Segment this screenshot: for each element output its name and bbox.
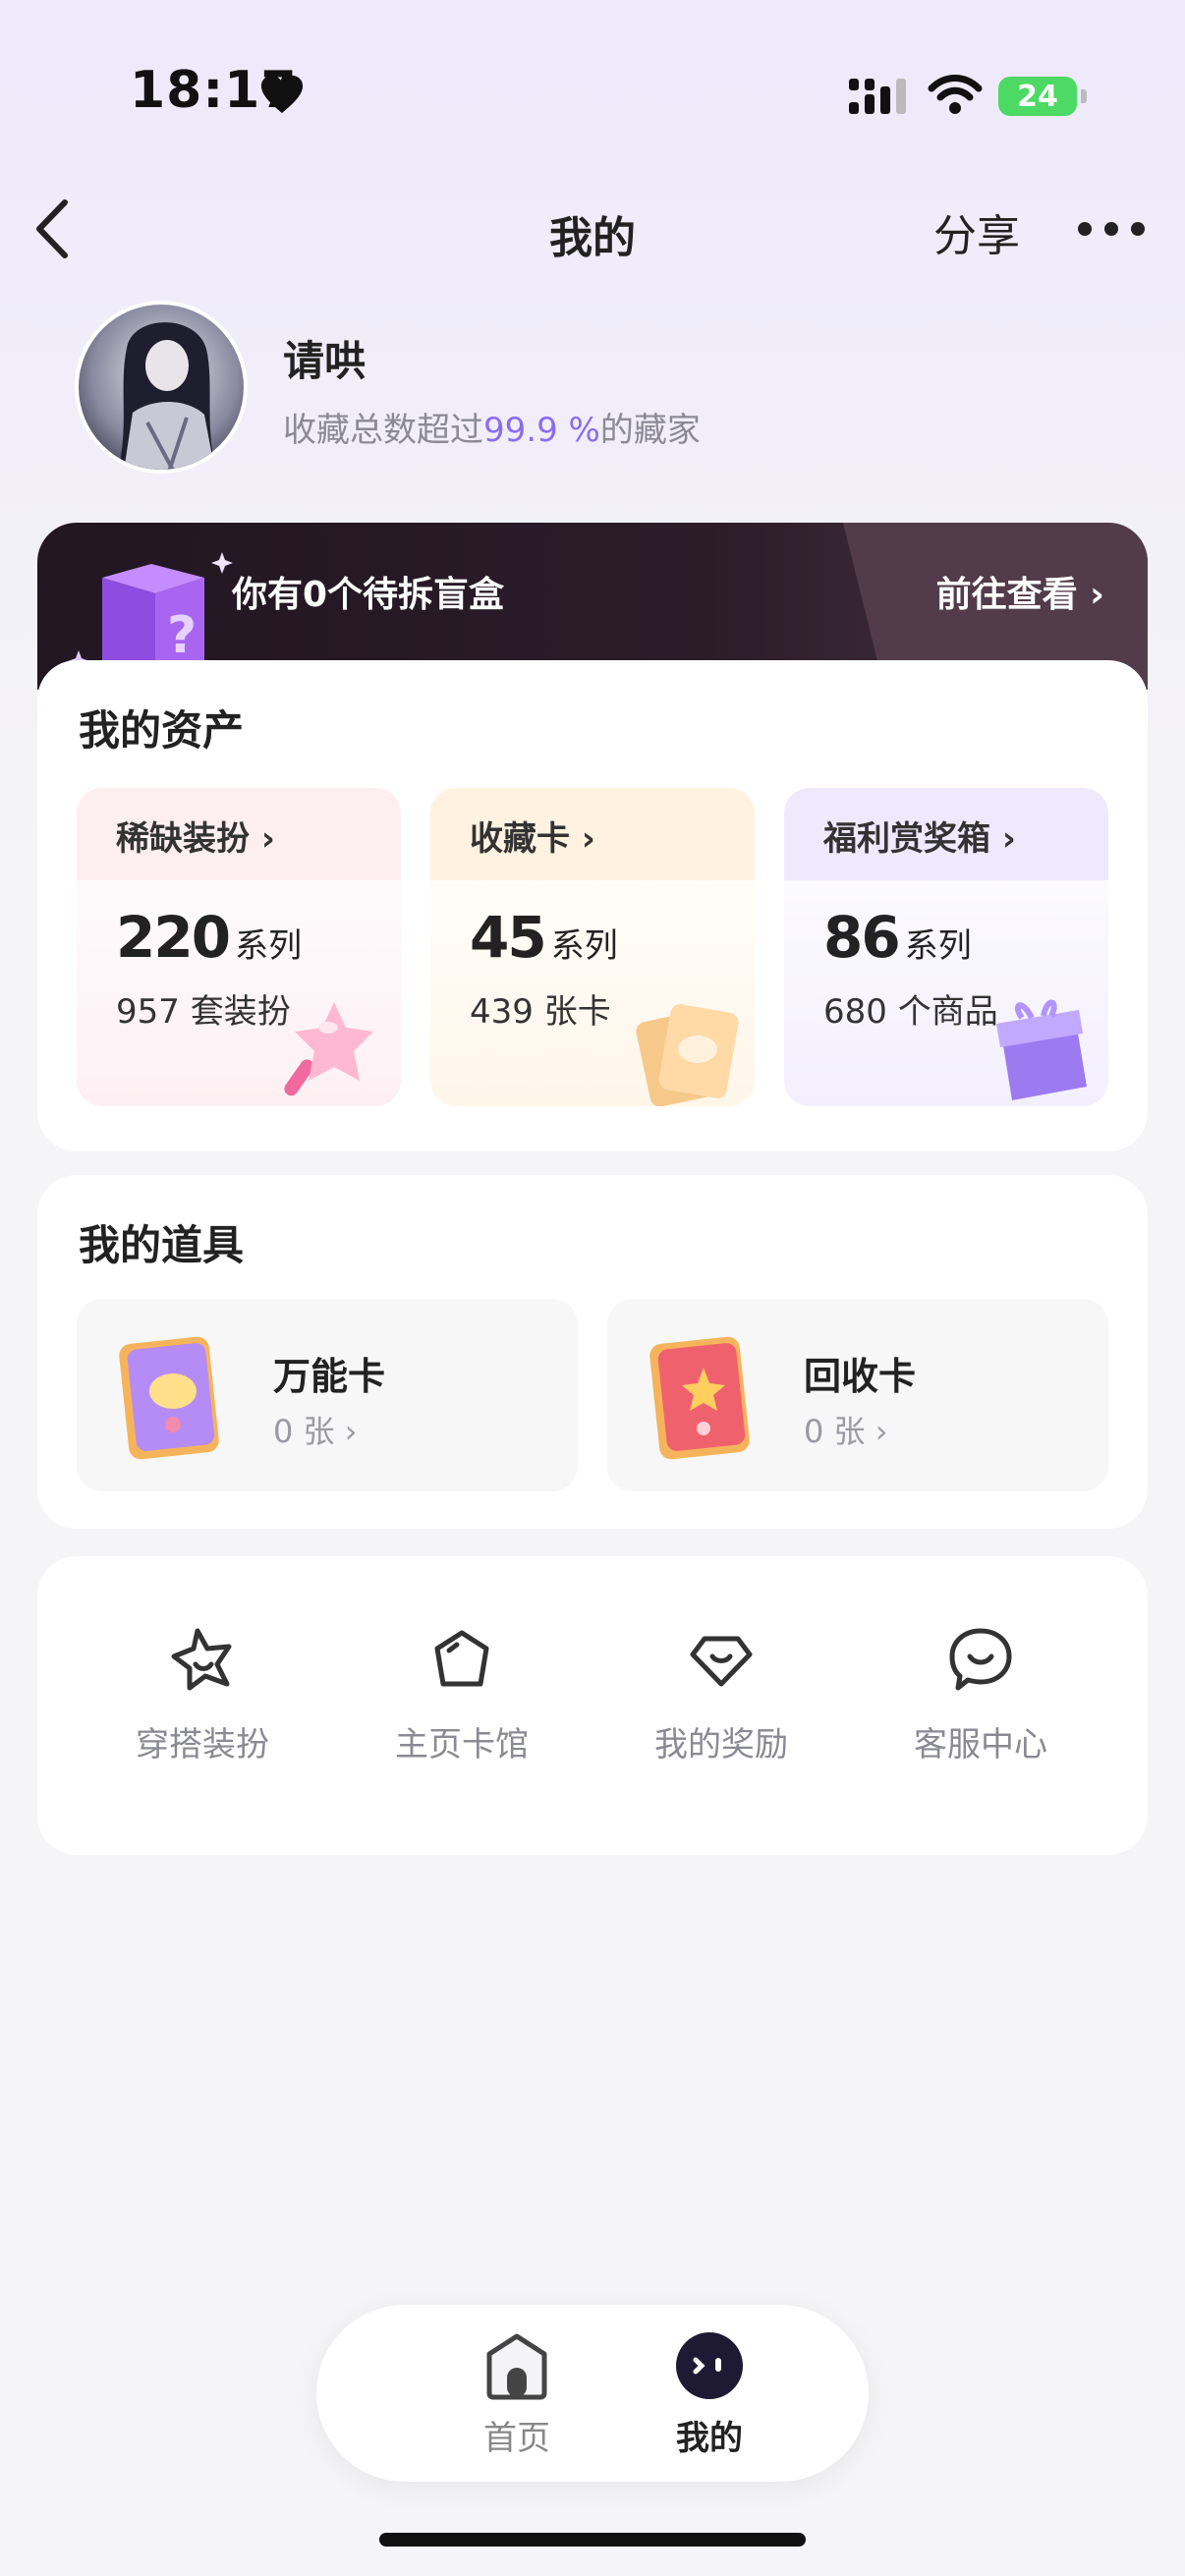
tile-series-count: 45 系列 [470, 904, 618, 971]
assets-title: 我的资产 [79, 706, 245, 755]
tab-mine[interactable]: 我的 [650, 2330, 768, 2468]
tile-subtitle: 439 张卡 [470, 992, 611, 1032]
my-assets-card: 我的资产 稀缺装扮 › 220 系列 957 套装扮 收藏卡 › 45 系列 439… [37, 660, 1148, 1151]
series-unit: 系列 [235, 926, 303, 966]
wildcard-icon [119, 1336, 219, 1460]
bottom-tab-bar: 首页 我的 [316, 2305, 869, 2482]
wildcard-count: 0 张 › [273, 1413, 358, 1450]
props-title: 我的道具 [79, 1221, 245, 1269]
home-indicator [379, 2533, 806, 2547]
tile-subtitle: 680 个商品 [823, 992, 998, 1032]
back-icon[interactable] [29, 196, 77, 261]
recycle-card-name: 回收卡 [804, 1355, 917, 1398]
bonus-box-tile[interactable]: 福利赏奖箱 › 86 系列 680 个商品 [784, 788, 1108, 1106]
battery-indicator: 24 [998, 77, 1087, 116]
tile-label: 收藏卡 › [470, 819, 595, 859]
tile-label: 福利赏奖箱 › [823, 819, 1016, 859]
blind-box-count-text: 你有0个待拆盲盒 [232, 575, 505, 615]
home-icon [486, 2333, 547, 2400]
outfit-link[interactable]: 穿搭装扮 [104, 1625, 301, 1792]
my-props-card: 我的道具 万能卡 0 张 › 回收卡 0 张 › [37, 1175, 1148, 1529]
more-icon[interactable] [1077, 214, 1146, 244]
battery-level: 24 [1017, 79, 1058, 114]
tile-series-count: 220 系列 [116, 904, 302, 971]
card-hall-link[interactable]: 主页卡馆 [364, 1625, 560, 1792]
popsicle-star-icon [284, 1002, 373, 1096]
tile-label: 稀缺装扮 › [116, 819, 275, 859]
tab-mine-label: 我的 [676, 2419, 743, 2458]
recycle-card-count: 0 张 › [804, 1413, 888, 1450]
series-unit: 系列 [904, 926, 972, 966]
gift-box-icon [996, 999, 1087, 1100]
avatar[interactable] [75, 301, 248, 474]
star-outfit-icon [171, 1628, 232, 1691]
collector-prefix: 收藏总数超过 [283, 411, 483, 450]
recycle-card-item[interactable]: 回收卡 0 张 › [607, 1299, 1108, 1491]
rewards-link-label: 我的奖励 [654, 1725, 788, 1764]
wifi-icon [928, 75, 983, 114]
share-button[interactable]: 分享 [933, 200, 1020, 263]
rare-outfit-tile[interactable]: 稀缺装扮 › 220 系列 957 套装扮 [77, 788, 401, 1106]
collector-percent: 99.9 % [483, 411, 600, 450]
recycle-card-icon [649, 1336, 750, 1460]
wildcard-name: 万能卡 [273, 1355, 386, 1398]
rewards-link[interactable]: 我的奖励 [623, 1625, 819, 1792]
series-count-value: 45 [470, 904, 547, 971]
mine-face-icon [676, 2332, 743, 2399]
collector-suffix: 的藏家 [599, 411, 701, 450]
tile-subtitle: 957 套装扮 [116, 992, 291, 1032]
customer-service-link-label: 客服中心 [914, 1725, 1047, 1764]
tile-series-count: 86 系列 [823, 904, 972, 971]
card-hall-link-label: 主页卡馆 [395, 1725, 529, 1764]
series-count-value: 220 [116, 904, 231, 971]
tab-home[interactable]: 首页 [458, 2330, 576, 2468]
quick-links-card: 穿搭装扮 主页卡馆 我的奖励 客服中心 [37, 1556, 1148, 1855]
view-blind-box-link[interactable]: 前往查看 › [936, 566, 1104, 617]
outfit-link-label: 穿搭装扮 [136, 1725, 269, 1764]
stacked-cards-icon [636, 1004, 739, 1106]
customer-service-link[interactable]: 客服中心 [882, 1625, 1079, 1792]
collection-card-tile[interactable]: 收藏卡 › 45 系列 439 张卡 [430, 788, 755, 1106]
heart-icon [260, 75, 304, 114]
signal-icon [849, 79, 906, 114]
wildcard-item[interactable]: 万能卡 0 张 › [77, 1299, 578, 1491]
series-unit: 系列 [550, 926, 618, 966]
status-bar: 18:17 24 [0, 0, 1185, 187]
tab-home-label: 首页 [483, 2419, 550, 2458]
chat-smile-icon [949, 1628, 1012, 1691]
pentagon-icon [434, 1630, 489, 1687]
collector-rank: 收藏总数超过99.9 %的藏家 [283, 403, 701, 451]
username: 请哄 [283, 337, 367, 385]
svg-text:?: ? [167, 606, 197, 665]
gem-icon [690, 1636, 753, 1687]
avatar-image [79, 305, 244, 470]
series-count-value: 86 [823, 904, 901, 971]
